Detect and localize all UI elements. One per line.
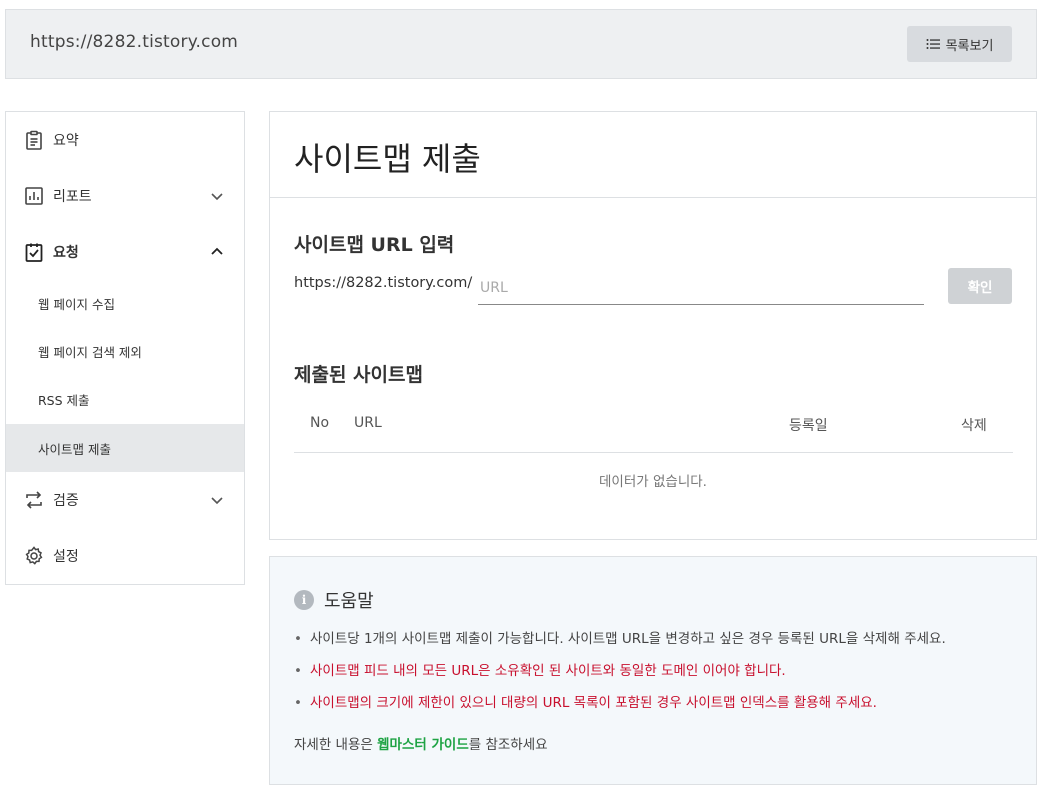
sidebar-item-request[interactable]: 요청 (6, 227, 244, 277)
sidebar-subitem-sitemap-submit[interactable]: 사이트맵 제출 (6, 424, 244, 472)
sidebar-item-label: 사이트맵 제출 (38, 441, 111, 457)
help-footer-prefix: 자세한 내용은 (294, 737, 378, 753)
empty-table-message: 데이터가 없습니다. (599, 474, 707, 490)
sidebar-item-label: 요청 (53, 245, 79, 261)
sidebar-subitem-web-page-crawl[interactable]: 웹 페이지 수집 (6, 279, 244, 327)
sidebar-item-label: 설정 (53, 549, 79, 565)
chevron-up-icon (211, 247, 223, 255)
info-icon: i (294, 590, 314, 610)
sidebar-item-label: 웹 페이지 검색 제외 (38, 344, 142, 360)
column-header-delete: 삭제 (961, 418, 987, 434)
page-title: 사이트맵 제출 (294, 140, 481, 178)
table-divider (294, 452, 1013, 453)
submitted-sitemaps-title: 제출된 사이트맵 (294, 364, 423, 386)
gear-icon (25, 546, 43, 565)
sidebar-subitem-web-page-exclude[interactable]: 웹 페이지 검색 제외 (6, 327, 244, 375)
sidebar-item-report[interactable]: 리포트 (6, 171, 244, 221)
sitemap-url-input[interactable] (478, 272, 924, 305)
sidebar-item-summary[interactable]: 요약 (6, 115, 244, 165)
sitemap-submit-card: 사이트맵 제출 사이트맵 URL 입력 https://8282.tistory… (269, 111, 1037, 540)
site-header: https://8282.tistory.com 목록보기 (5, 9, 1037, 79)
sidebar-item-verify[interactable]: 검증 (6, 475, 244, 525)
help-footer: 자세한 내용은 웹마스터 가이드를 참조하세요 (294, 733, 548, 753)
sidebar-subitem-rss-submit[interactable]: RSS 제출 (6, 375, 244, 423)
swap-arrows-icon (26, 491, 42, 509)
list-view-button[interactable]: 목록보기 (907, 26, 1012, 62)
sidebar-item-settings[interactable]: 설정 (6, 531, 244, 581)
site-url: https://8282.tistory.com (30, 32, 239, 52)
column-header-registered-date: 등록일 (789, 418, 828, 434)
help-bullet-warning: 사이트맵 피드 내의 모든 URL은 소유확인 된 사이트와 동일한 도메인 이… (294, 661, 1024, 693)
chevron-down-icon (211, 497, 223, 505)
clipboard-check-icon (25, 243, 43, 262)
column-header-no: No (310, 415, 330, 431)
help-bullet-list: 사이트당 1개의 사이트맵 제출이 가능합니다. 사이트맵 URL을 변경하고 … (294, 629, 1024, 725)
url-section-title: 사이트맵 URL 입력 (294, 234, 455, 256)
sidebar-item-label: 요약 (53, 133, 79, 149)
confirm-button[interactable]: 확인 (948, 268, 1012, 304)
bar-chart-icon (25, 187, 43, 205)
sidebar-item-label: 검증 (53, 493, 79, 509)
card-header: 사이트맵 제출 (270, 112, 1036, 198)
clipboard-icon (26, 130, 42, 150)
help-bullet-warning: 사이트맵의 크기에 제한이 있으니 대량의 URL 목록이 포함된 경우 사이트… (294, 693, 1024, 725)
help-footer-suffix: 를 참조하세요 (468, 737, 548, 753)
sidebar-item-label: 웹 페이지 수집 (38, 296, 115, 312)
chevron-down-icon (211, 193, 223, 201)
help-header: i 도움말 (294, 587, 374, 613)
column-header-url: URL (354, 415, 382, 431)
url-prefix: https://8282.tistory.com/ (294, 275, 473, 291)
help-bullet: 사이트당 1개의 사이트맵 제출이 가능합니다. 사이트맵 URL을 변경하고 … (294, 629, 1024, 661)
help-box: i 도움말 사이트당 1개의 사이트맵 제출이 가능합니다. 사이트맵 URL을… (269, 556, 1037, 785)
sidebar-item-label: RSS 제출 (38, 392, 90, 408)
sidebar-item-label: 리포트 (53, 189, 92, 205)
sidebar: 요약 리포트 요청 웹 페이지 수집 웹 페이지 검색 제외 RSS 제출 사이… (5, 111, 245, 585)
list-view-label: 목록보기 (945, 38, 994, 54)
help-title: 도움말 (324, 591, 374, 612)
webmaster-guide-link[interactable]: 웹마스터 가이드 (377, 737, 469, 753)
list-icon (926, 39, 940, 49)
